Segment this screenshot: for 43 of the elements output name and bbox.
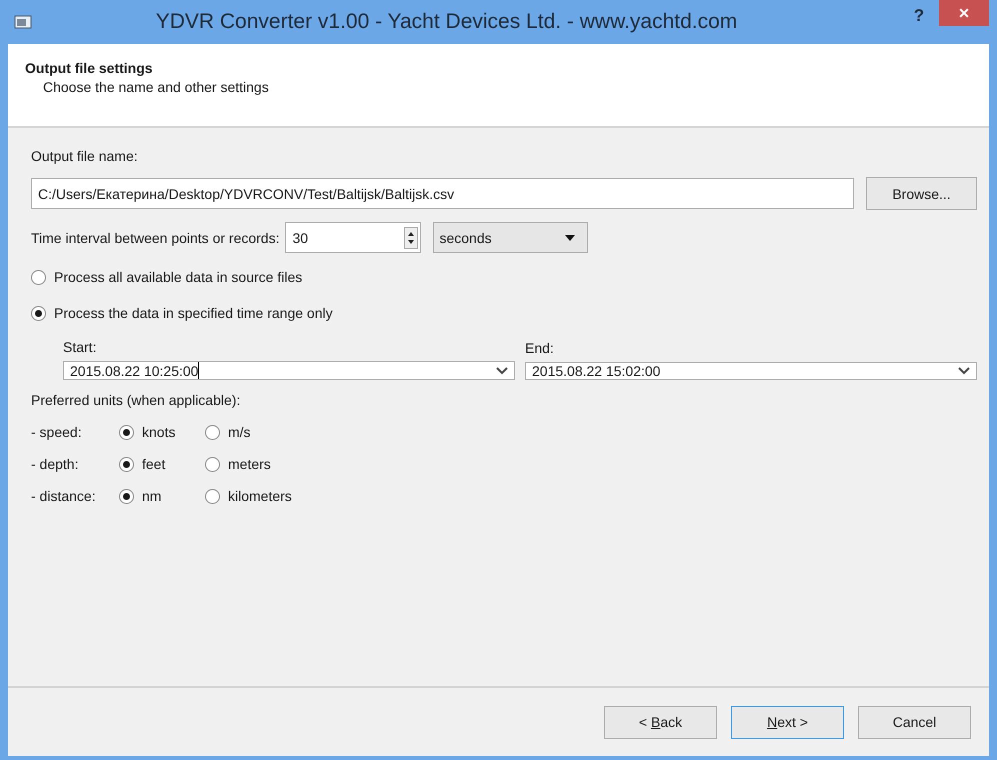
radio-label: m/s bbox=[228, 424, 251, 440]
field-label: Time interval between points or records: bbox=[31, 230, 280, 246]
chevron-down-icon bbox=[496, 366, 508, 374]
radio-label: Process the data in specified time range only bbox=[54, 305, 333, 321]
date-time-combo[interactable]: 2015.08.22 10:25:00 bbox=[63, 361, 515, 380]
wizard-button[interactable]: < Back bbox=[604, 706, 717, 738]
wizard-button[interactable]: Cancel bbox=[858, 706, 971, 738]
field-label: End: bbox=[525, 340, 555, 356]
radio-label: meters bbox=[228, 456, 271, 472]
chevron-down-icon bbox=[958, 367, 970, 375]
unit-label: - distance: bbox=[31, 488, 97, 504]
radio-button[interactable] bbox=[119, 456, 134, 472]
unit-label: - depth: bbox=[31, 456, 80, 472]
window-icon bbox=[14, 14, 34, 30]
page-title: Output file settings bbox=[25, 60, 153, 76]
dropdown-arrow-icon bbox=[565, 234, 576, 240]
file-name-field[interactable]: C:/Users/Екатерина/Desktop/YDVRCONV/Test/Baltijsk/Baltijsk.csv bbox=[31, 178, 854, 209]
radio-button[interactable] bbox=[205, 456, 220, 472]
radio-button[interactable] bbox=[31, 306, 46, 320]
radio-button[interactable] bbox=[205, 488, 220, 504]
radio-button[interactable] bbox=[31, 270, 46, 284]
radio-label: nm bbox=[142, 488, 162, 504]
window-title: YDVR Converter v1.00 - Yacht Devices Ltd. - www.yachtd.com bbox=[154, 10, 738, 34]
radio-button[interactable] bbox=[119, 488, 134, 504]
radio-button[interactable] bbox=[205, 424, 220, 440]
interval-spin-field[interactable]: 30 bbox=[285, 222, 422, 253]
browse-button[interactable]: Browse... bbox=[866, 177, 977, 210]
page-subtitle: Choose the name and other settings bbox=[42, 79, 269, 95]
field-label: Start: bbox=[63, 339, 98, 355]
help-button[interactable]: ? bbox=[899, 6, 939, 26]
unit-label: - speed: bbox=[31, 424, 83, 440]
unit-dropdown[interactable]: seconds bbox=[433, 222, 588, 253]
wizard-button[interactable]: Next > bbox=[731, 706, 844, 738]
section-label: Preferred units (when applicable): bbox=[31, 392, 240, 408]
radio-label: feet bbox=[142, 456, 166, 472]
radio-button[interactable] bbox=[119, 424, 134, 440]
spin-arrows-icon bbox=[404, 226, 418, 248]
radio-label: Process all available data in source files bbox=[54, 269, 302, 285]
radio-label: kilometers bbox=[228, 488, 292, 504]
field-label: Output file name: bbox=[31, 148, 138, 164]
close-button[interactable]: × bbox=[939, 0, 989, 26]
radio-label: knots bbox=[142, 424, 176, 440]
date-time-combo[interactable]: 2015.08.22 15:02:00 bbox=[525, 362, 977, 380]
